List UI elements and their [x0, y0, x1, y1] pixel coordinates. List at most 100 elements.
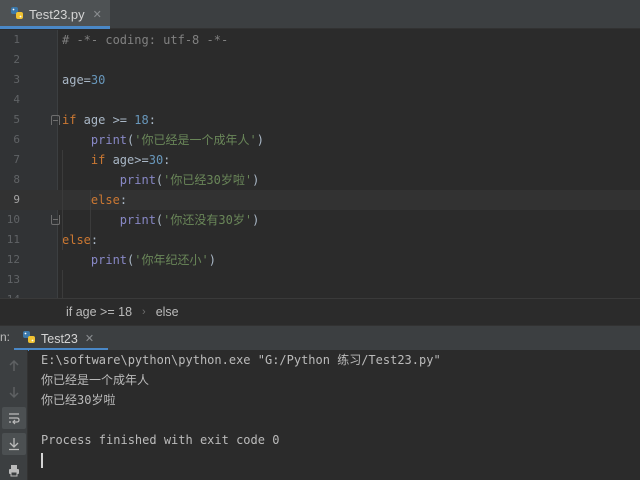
breadcrumb-item-else[interactable]: else — [156, 305, 179, 319]
code-token-default — [62, 193, 91, 207]
code-token-default: ) — [208, 253, 216, 267]
code-token-builtin: print — [90, 133, 128, 147]
run-tab-label: Test23 — [41, 331, 78, 346]
text-caret — [41, 453, 43, 468]
code-token-builtin: print — [119, 173, 156, 187]
code-token-keyword: else — [90, 193, 120, 207]
console-line: 你已经是一个成年人 — [41, 373, 150, 387]
code-line[interactable]: 12 print('你年纪还小') — [0, 250, 640, 270]
code-line[interactable]: 6 print('你已经是一个成年人') — [0, 130, 640, 150]
code-line[interactable]: 7 if age>=30: — [0, 150, 640, 170]
line-number: 4 — [13, 93, 20, 106]
run-tab-test23[interactable]: Test23 ✕ — [14, 326, 108, 351]
editor-tab-bar: Test23.py ✕ — [0, 0, 640, 29]
code-text: else: — [62, 230, 98, 250]
code-line[interactable]: 14 — [0, 290, 640, 298]
code-token-string: '你已经是一个成年人' — [134, 133, 257, 147]
code-text: # -*- coding: utf-8 -*- — [62, 30, 228, 50]
code-text: else: — [62, 190, 127, 210]
code-line[interactable]: 2 — [0, 50, 640, 70]
code-token-default: age >= — [76, 113, 135, 127]
run-tab-bar: n: Test23 ✕ — [0, 325, 640, 351]
file-tab-label: Test23.py — [29, 7, 85, 22]
arrow-up-icon[interactable] — [2, 355, 26, 377]
code-token-comment: # -*- coding: utf-8 -*- — [62, 33, 229, 47]
code-text: print('你还没有30岁') — [62, 210, 260, 230]
code-token-keyword: else — [62, 233, 91, 247]
code-token-keyword: if — [90, 153, 106, 167]
arrow-down-icon[interactable] — [2, 381, 26, 403]
line-number: 8 — [13, 173, 20, 186]
run-toolbar — [0, 350, 28, 480]
code-token-default: age>= — [105, 153, 149, 167]
indent-guide — [90, 190, 91, 250]
code-text: if age>=30: — [62, 150, 171, 170]
code-line[interactable]: 13 — [0, 270, 640, 290]
fold-marker-open[interactable] — [51, 115, 60, 125]
code-token-number: 18 — [134, 113, 149, 127]
code-token-default: : — [90, 233, 99, 247]
code-token-string: '你已经30岁啦' — [163, 173, 253, 187]
code-line[interactable]: 10 print('你还没有30岁') — [0, 210, 640, 230]
line-number: 12 — [6, 253, 20, 266]
line-number: 1 — [13, 33, 20, 46]
code-token-default — [62, 173, 120, 187]
console-line-exit-status: Process finished with exit code 0 — [41, 433, 280, 447]
print-icon[interactable] — [2, 459, 26, 480]
code-line[interactable]: 4 — [0, 90, 640, 110]
scroll-to-end-icon[interactable] — [2, 433, 26, 455]
code-text: print('你年纪还小') — [62, 250, 216, 270]
indent-guide — [62, 150, 63, 250]
line-number: 5 — [13, 113, 20, 126]
console-line: 你已经30岁啦 — [41, 393, 116, 407]
code-token-default — [62, 153, 91, 167]
code-line[interactable]: 9 else: — [0, 190, 640, 210]
code-text: if age >= 18: — [62, 110, 156, 130]
code-token-string: '你年纪还小' — [134, 253, 209, 267]
file-tab-test23[interactable]: Test23.py ✕ — [0, 0, 110, 29]
breadcrumb: if age >= 18 › else — [0, 298, 640, 325]
code-token-default: ) — [252, 213, 260, 227]
python-file-icon — [10, 5, 24, 24]
close-icon[interactable]: ✕ — [85, 332, 94, 345]
indent-guide — [62, 270, 63, 298]
console-output[interactable]: E:\software\python\python.exe "G:/Python… — [29, 350, 640, 480]
code-token-default: age= — [62, 73, 91, 87]
code-token-number: 30 — [148, 153, 164, 167]
close-icon[interactable]: ✕ — [93, 8, 102, 21]
code-token-default: ) — [256, 133, 264, 147]
code-token-builtin: print — [119, 213, 156, 227]
breadcrumb-item-if[interactable]: if age >= 18 — [66, 305, 132, 319]
breadcrumb-separator: › — [142, 306, 146, 318]
code-token-default: : — [148, 113, 156, 127]
code-token-default — [62, 253, 91, 267]
fold-marker-close[interactable] — [51, 215, 60, 225]
code-token-number: 30 — [90, 73, 106, 87]
line-number: 2 — [13, 53, 20, 66]
code-token-default: ) — [252, 173, 260, 187]
active-tab-indicator — [0, 26, 110, 29]
code-line[interactable]: 11 else: — [0, 230, 640, 250]
code-token-string: '你还没有30岁' — [163, 213, 253, 227]
line-number: 7 — [13, 153, 20, 166]
code-line[interactable]: 1 # -*- coding: utf-8 -*- — [0, 30, 640, 50]
code-line[interactable]: 3 age=30 — [0, 70, 640, 90]
code-text: print('你已经是一个成年人') — [62, 130, 264, 150]
run-window-label: n: — [0, 330, 11, 344]
code-token-keyword: if — [62, 113, 77, 127]
code-token-default: : — [163, 153, 171, 167]
code-editor[interactable]: 1 # -*- coding: utf-8 -*- 2 3 age=30 4 5 if age… — [0, 30, 640, 298]
code-line[interactable]: 8 print('你已经30岁啦') — [0, 170, 640, 190]
code-token-default: : — [119, 193, 128, 207]
line-number: 13 — [6, 273, 20, 286]
line-number: 9 — [13, 193, 20, 206]
line-number: 14 — [0, 290, 20, 298]
line-number: 6 — [13, 133, 20, 146]
line-number: 10 — [6, 213, 20, 226]
console-line-command: E:\software\python\python.exe "G:/Python… — [41, 353, 441, 367]
soft-wrap-icon[interactable] — [2, 407, 26, 429]
code-line[interactable]: 5 if age >= 18: — [0, 110, 640, 130]
line-number: 3 — [13, 73, 20, 86]
code-text: age=30 — [62, 70, 105, 90]
code-text: print('你已经30岁啦') — [62, 170, 260, 190]
